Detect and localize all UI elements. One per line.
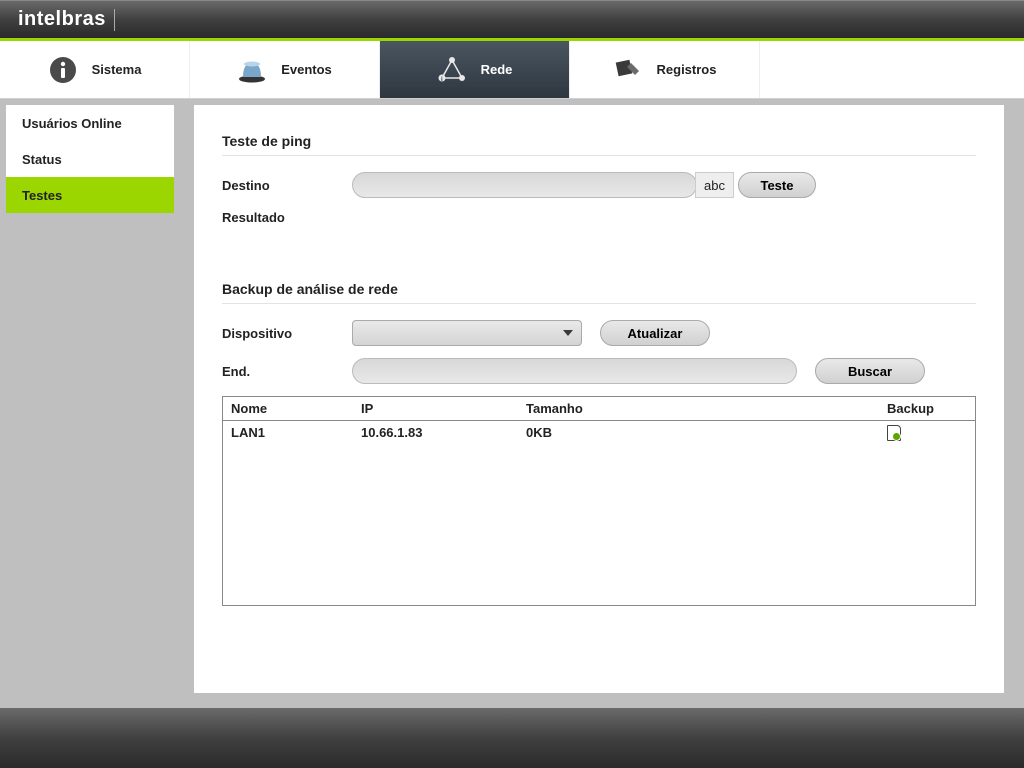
sidebar: Usuários Online Status Testes bbox=[6, 105, 174, 693]
siren-icon bbox=[237, 55, 267, 85]
nav-registros-label: Registros bbox=[657, 62, 717, 77]
dispositivo-label: Dispositivo bbox=[222, 326, 352, 341]
row-destino: Destino abc Teste bbox=[222, 172, 976, 198]
cell-tamanho: 0KB bbox=[526, 425, 887, 444]
brand-logo: intelbras bbox=[18, 8, 115, 31]
sidebar-item-label: Status bbox=[22, 152, 62, 167]
nav-rede[interactable]: i Rede bbox=[380, 41, 570, 98]
row-end: End. Buscar bbox=[222, 358, 976, 384]
atualizar-button[interactable]: Atualizar bbox=[600, 320, 710, 346]
nav-eventos[interactable]: Eventos bbox=[190, 41, 380, 98]
ping-section-title: Teste de ping bbox=[222, 133, 976, 149]
table-row[interactable]: LAN1 10.66.1.83 0KB bbox=[223, 421, 975, 448]
main-panel: Teste de ping Destino abc Teste Resultad… bbox=[194, 105, 1004, 693]
interfaces-table: Nome IP Tamanho Backup LAN1 10.66.1.83 0… bbox=[222, 396, 976, 606]
sidebar-item-label: Testes bbox=[22, 188, 62, 203]
sidebar-item-label: Usuários Online bbox=[22, 116, 122, 131]
nav-rede-label: Rede bbox=[481, 62, 513, 77]
col-nome: Nome bbox=[231, 401, 361, 416]
teste-button[interactable]: Teste bbox=[738, 172, 816, 198]
abc-hint: abc bbox=[695, 172, 734, 198]
network-icon: i bbox=[437, 55, 467, 85]
row-resultado: Resultado bbox=[222, 210, 976, 225]
cell-nome: LAN1 bbox=[231, 425, 361, 444]
nav-bar: Sistema Eventos i Rede Registros bbox=[0, 41, 1024, 99]
col-backup: Backup bbox=[887, 401, 967, 416]
chevron-down-icon bbox=[563, 330, 573, 336]
nav-registros[interactable]: Registros bbox=[570, 41, 760, 98]
col-tamanho: Tamanho bbox=[526, 401, 887, 416]
sidebar-item-testes[interactable]: Testes bbox=[6, 177, 174, 213]
footer-bar bbox=[0, 708, 1024, 768]
end-label: End. bbox=[222, 364, 352, 379]
sidebar-item-status[interactable]: Status bbox=[6, 141, 174, 177]
cell-ip: 10.66.1.83 bbox=[361, 425, 526, 444]
brand-text: intelbras bbox=[18, 8, 106, 31]
destino-label: Destino bbox=[222, 178, 352, 193]
nav-sistema-label: Sistema bbox=[92, 62, 142, 77]
content-wrap: Usuários Online Status Testes Teste de p… bbox=[0, 99, 1024, 699]
col-ip: IP bbox=[361, 401, 526, 416]
log-pencil-icon bbox=[613, 55, 643, 85]
nav-eventos-label: Eventos bbox=[281, 62, 332, 77]
end-input[interactable] bbox=[352, 358, 797, 384]
destino-input[interactable] bbox=[352, 172, 697, 198]
dispositivo-select[interactable] bbox=[352, 320, 582, 346]
brand-separator bbox=[114, 9, 115, 31]
info-icon bbox=[48, 55, 78, 85]
resultado-label: Resultado bbox=[222, 210, 352, 225]
cell-backup bbox=[887, 425, 967, 444]
backup-section-title: Backup de análise de rede bbox=[222, 281, 976, 297]
divider bbox=[222, 303, 976, 304]
buscar-button[interactable]: Buscar bbox=[815, 358, 925, 384]
nav-sistema[interactable]: Sistema bbox=[0, 41, 190, 98]
table-header-row: Nome IP Tamanho Backup bbox=[223, 397, 975, 421]
backup-file-icon[interactable] bbox=[887, 425, 901, 441]
divider bbox=[222, 155, 976, 156]
sidebar-item-usuarios-online[interactable]: Usuários Online bbox=[6, 105, 174, 141]
row-dispositivo: Dispositivo Atualizar bbox=[222, 320, 976, 346]
header-bar: intelbras bbox=[0, 0, 1024, 38]
